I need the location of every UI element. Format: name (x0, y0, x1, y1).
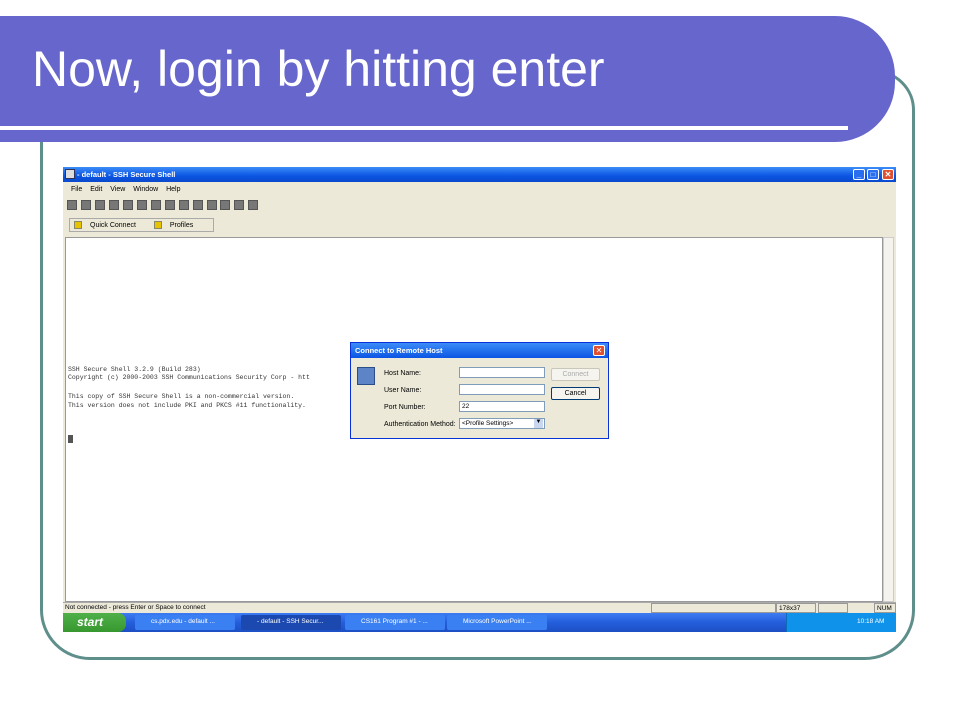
quick-connect-button[interactable]: Quick Connect (74, 221, 144, 229)
transfer-icon[interactable] (108, 200, 119, 210)
minimize-button[interactable]: _ (853, 169, 865, 180)
new-file-transfer-icon[interactable] (206, 200, 217, 210)
start-button[interactable]: start (63, 613, 126, 632)
find-icon[interactable] (178, 200, 189, 210)
port-number-input[interactable]: 22 (459, 401, 545, 412)
help-icon[interactable] (234, 200, 245, 210)
status-message: Not connected - press Enter or Space to … (65, 604, 206, 611)
system-tray: 10:18 AM (786, 613, 896, 632)
menu-view[interactable]: View (110, 186, 125, 193)
cancel-button[interactable]: Cancel (551, 387, 600, 400)
user-name-input[interactable] (459, 384, 545, 395)
auth-method-label: Authentication Method: (384, 421, 456, 428)
taskbar-item[interactable]: cs.pdx.edu - default ... (135, 615, 235, 630)
menu-edit[interactable]: Edit (90, 186, 102, 193)
toolbar (67, 200, 367, 214)
auth-method-select[interactable]: <Profile Settings> ▼ (459, 418, 545, 429)
terminal-line: This copy of SSH Secure Shell is a non-c… (68, 393, 295, 400)
terminal-cursor (68, 435, 73, 443)
connect-icon (74, 221, 82, 229)
ssh-window: - default - SSH Secure Shell _ □ ✕ File … (63, 167, 896, 632)
menu-file[interactable]: File (71, 186, 82, 193)
vertical-scrollbar[interactable] (883, 237, 894, 602)
host-name-input[interactable] (459, 367, 545, 378)
folder-icon (153, 221, 162, 229)
profiles-button[interactable]: Profiles (153, 221, 201, 229)
taskbar-item[interactable]: Microsoft PowerPoint ... (447, 615, 547, 630)
statusbar: Not connected - press Enter or Space to … (63, 602, 896, 613)
connection-tabs: Quick Connect Profiles (69, 218, 215, 232)
connect-button[interactable]: Connect (551, 368, 600, 381)
app-icon (65, 169, 75, 179)
paste-icon[interactable] (150, 200, 161, 210)
maximize-button[interactable]: □ (867, 169, 879, 180)
network-icon (357, 367, 375, 385)
disconnect-icon[interactable] (122, 200, 133, 210)
copy-icon[interactable] (136, 200, 147, 210)
lock-icon (818, 603, 848, 613)
terminal-size: 178x37 (776, 603, 816, 613)
window-title: - default - SSH Secure Shell (77, 170, 176, 179)
menu-help[interactable]: Help (166, 186, 180, 193)
chevron-down-icon: ▼ (534, 419, 543, 428)
context-help-icon[interactable] (248, 200, 259, 210)
slide-title: Now, login by hitting enter (32, 41, 605, 97)
status-pane (651, 603, 776, 613)
window-titlebar[interactable]: - default - SSH Secure Shell _ □ ✕ (63, 167, 896, 182)
new-terminal-icon[interactable] (192, 200, 203, 210)
title-underline (0, 126, 848, 130)
num-lock-indicator: NUM (874, 603, 896, 613)
print-icon[interactable] (80, 200, 91, 210)
taskbar: start cs.pdx.edu - default ... - default… (63, 613, 896, 632)
terminal-line: SSH Secure Shell 3.2.9 (Build 283) (68, 366, 201, 373)
port-number-label: Port Number: (384, 404, 426, 411)
close-button[interactable]: ✕ (882, 169, 894, 180)
print-preview-icon[interactable] (94, 200, 105, 210)
dialog-close-button[interactable]: ✕ (593, 345, 605, 356)
taskbar-item[interactable]: - default - SSH Secur... (241, 615, 341, 630)
settings-icon[interactable] (220, 200, 231, 210)
save-icon[interactable] (67, 200, 77, 210)
clock[interactable]: 10:18 AM (857, 618, 884, 625)
connect-dialog: Connect to Remote Host ✕ Host Name: User… (350, 342, 609, 439)
user-name-label: User Name: (384, 387, 422, 394)
taskbar-item[interactable]: CS161 Program #1 - ... (345, 615, 445, 630)
terminal-line: Copyright (c) 2000-2003 SSH Communicatio… (68, 374, 310, 381)
terminal-line: This version does not include PKI and PK… (68, 402, 306, 409)
slide: Now, login by hitting enter - default - … (0, 0, 960, 720)
menu-window[interactable]: Window (133, 186, 158, 193)
paste-special-icon[interactable] (164, 200, 175, 210)
menubar: File Edit View Window Help (63, 184, 896, 196)
dialog-title[interactable]: Connect to Remote Host (351, 343, 608, 358)
host-name-label: Host Name: (384, 370, 421, 377)
